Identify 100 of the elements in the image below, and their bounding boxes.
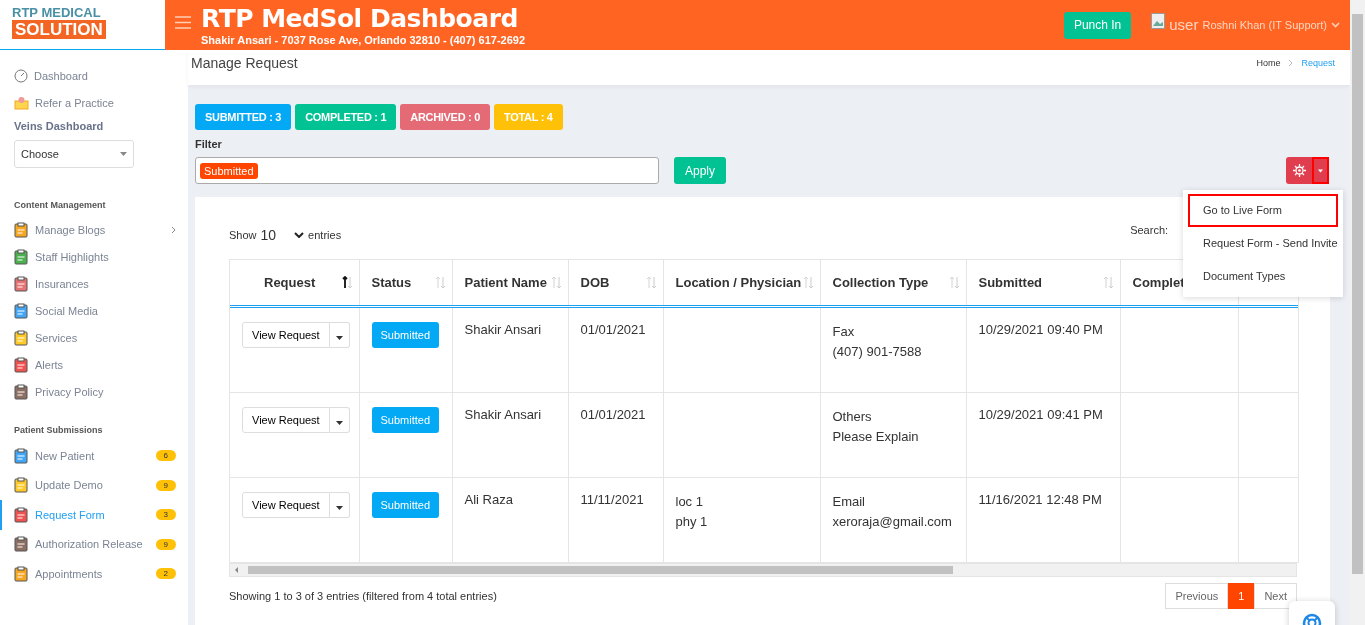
pagination-button[interactable]: Next [1254, 583, 1297, 609]
view-request-button[interactable]: View Request [242, 322, 330, 348]
table-cell-text: phy 1 [675, 513, 709, 531]
address-subtitle: Shakir Ansari - 7037 Rose Ave, Orlando 32810 - (407) 617-2692 [201, 34, 527, 46]
clipboard-icon [14, 477, 29, 494]
clipboard-icon [14, 506, 29, 523]
dropdown-toggle-button[interactable] [329, 492, 350, 518]
sidebar-item[interactable]: Alerts [0, 351, 188, 378]
table-cell: 10/29/2021 09:40 PM [978, 322, 1103, 337]
filter-label: Filter [195, 138, 223, 150]
count-badge: 3 [155, 509, 176, 521]
clipboard-icon [14, 536, 29, 553]
caret-down-icon [335, 505, 343, 510]
sidebar-item[interactable]: Insurances [0, 270, 188, 297]
entries-label: entries [308, 229, 342, 241]
caret-down-icon [120, 152, 127, 156]
show-label: Show [229, 229, 257, 241]
vertical-scrollbar[interactable] [1350, 0, 1365, 625]
table-cell-text: (407) 901-7588 [832, 343, 923, 361]
filter-tag[interactable]: Submitted [200, 162, 258, 179]
caret-down-icon [1318, 168, 1323, 173]
entries-info: Showing 1 to 3 of 3 entries (filtered from 4 total entries) [229, 590, 497, 602]
count-badge: 9 [155, 479, 176, 491]
count-badge: 6 [155, 450, 176, 462]
sidebar-item[interactable]: Dashboard [0, 62, 188, 89]
sidebar-item[interactable]: Privacy Policy [0, 378, 188, 405]
breadcrumb-link[interactable]: Home [1256, 57, 1281, 68]
section-title: Content Management [13, 199, 107, 212]
chevron-down-icon[interactable] [1331, 21, 1340, 28]
count-badge: 9 [155, 538, 176, 550]
gauge-icon [14, 68, 28, 83]
menu-item[interactable]: Request Form - Send Invite [1188, 227, 1338, 260]
sidebar-item[interactable]: Manage Blogs [0, 216, 188, 243]
clipboard-icon [14, 248, 29, 265]
clipboard-icon [14, 221, 29, 238]
dropdown-toggle-button[interactable] [329, 322, 350, 348]
status-badge: Submitted [371, 407, 440, 433]
clipboard-icon [14, 329, 29, 346]
sidebar-item[interactable]: New Patient 6 [0, 441, 188, 471]
column-header[interactable]: Patient Name [464, 275, 547, 290]
caret-down-icon [335, 335, 343, 340]
table-cell: Ali Raza [464, 492, 513, 507]
column-header[interactable]: Complet [1132, 275, 1185, 290]
table-cell-text: Others [832, 408, 873, 426]
sidebar-item[interactable]: Refer a Practice [0, 89, 188, 116]
table-cell: 01/01/2021 [580, 322, 646, 337]
pagination-button[interactable]: Previous [1165, 583, 1229, 609]
clipboard-icon [14, 383, 29, 400]
scroll-left-icon[interactable] [234, 567, 240, 573]
broken-image-icon [1151, 12, 1166, 29]
column-header[interactable]: Location / Physician [675, 275, 802, 290]
table-cell-text: xeroraja@gmail.com [832, 513, 953, 531]
view-request-button[interactable]: View Request [242, 492, 330, 518]
envelope-icon [14, 95, 29, 110]
section-label: Veins Dashboard [13, 119, 105, 134]
section-title: Patient Submissions [13, 424, 104, 437]
table-cell: 10/29/2021 09:41 PM [978, 407, 1103, 422]
clipboard-icon [14, 302, 29, 319]
table-cell: 11/11/2021 [580, 492, 644, 507]
table-cell: Shakir Ansari [464, 407, 542, 422]
sort-icon[interactable] [341, 276, 353, 289]
column-header[interactable]: Collection Type [832, 275, 929, 290]
dashboard-select[interactable]: Choose [14, 140, 134, 168]
column-header[interactable]: Request [264, 275, 316, 290]
table-cell: 01/01/2021 [580, 407, 646, 422]
clipboard-icon [14, 356, 29, 373]
sidebar-item[interactable]: Authorization Release 9 [0, 529, 188, 559]
table-cell-text: Email [832, 493, 866, 511]
column-header[interactable]: DOB [580, 275, 610, 290]
dropdown-toggle-button[interactable] [1312, 157, 1329, 184]
settings-button[interactable] [1286, 157, 1312, 184]
caret-down-icon [335, 420, 343, 425]
dropdown-toggle-button[interactable] [329, 407, 350, 433]
menu-item[interactable]: Document Types [1188, 260, 1338, 293]
table-cell-text: Please Explain [832, 428, 920, 446]
settings-icon [1292, 164, 1306, 177]
search-label: Search: [1130, 224, 1169, 236]
view-request-button[interactable]: View Request [242, 407, 330, 433]
clipboard-icon [14, 275, 29, 292]
column-header[interactable]: Submitted [978, 275, 1043, 290]
chevron-down-icon [294, 232, 305, 238]
table-cell-text: loc 1 [675, 493, 704, 511]
menu-item[interactable]: Go to Live Form [1188, 194, 1338, 227]
table-cell-text: Fax [832, 323, 856, 341]
pagination-button[interactable]: 1 [1228, 583, 1255, 609]
sidebar-item[interactable]: Staff Highlights [0, 243, 188, 270]
user-image-alt-text: user [1169, 16, 1199, 33]
sidebar-item[interactable]: Social Media [0, 297, 188, 324]
chevron-right-icon [1288, 58, 1294, 67]
table-cell: 11/16/2021 12:48 PM [978, 492, 1102, 507]
chevron-right-icon [171, 225, 176, 234]
menu-icon[interactable] [175, 16, 191, 29]
entries-select[interactable]: 10 [260, 227, 305, 243]
sidebar-item[interactable]: Update Demo 9 [0, 470, 188, 500]
page-title: Manage Request [191, 54, 298, 71]
filter-field[interactable]: Submitted [195, 157, 659, 184]
horizontal-scrollbar[interactable] [229, 563, 1297, 577]
column-header[interactable]: Status [371, 275, 412, 290]
sidebar-item[interactable]: Services [0, 324, 188, 351]
sidebar-item[interactable]: Appointments 2 [0, 559, 188, 589]
